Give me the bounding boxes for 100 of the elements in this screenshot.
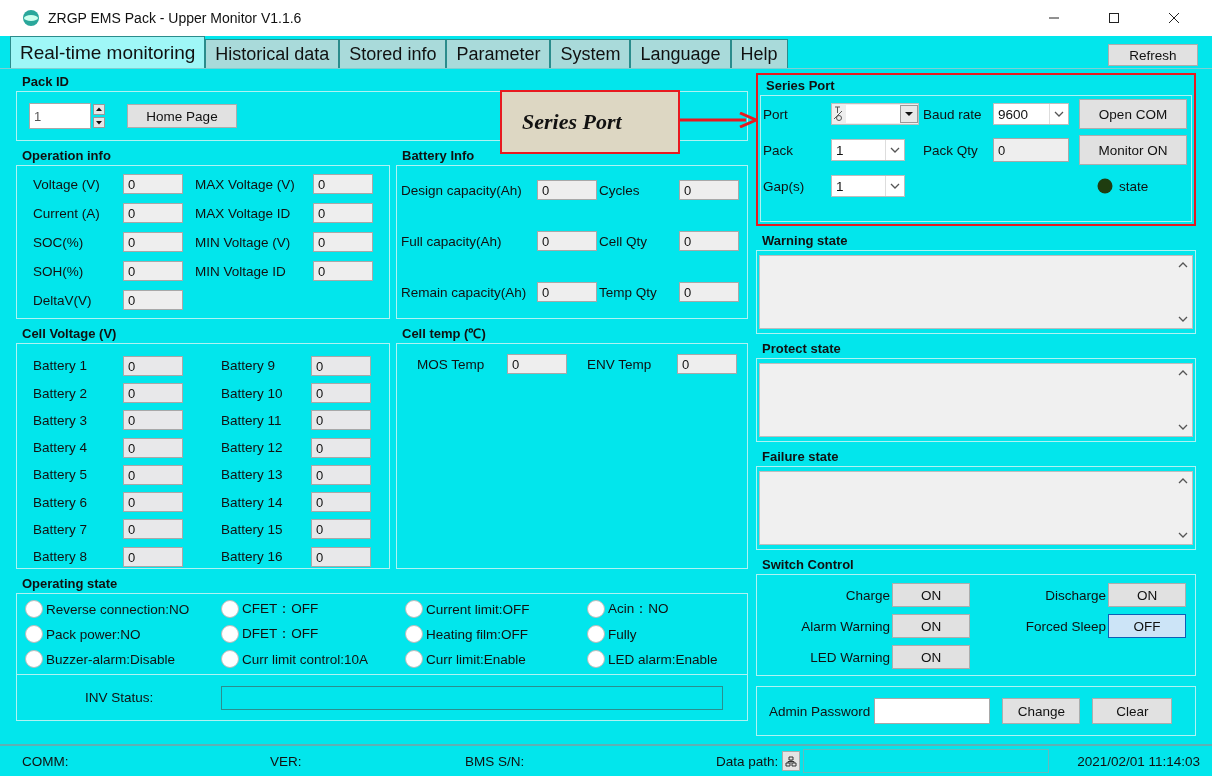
value-field[interactable]: 0 (311, 492, 371, 513)
value-field[interactable]: 0 (123, 290, 183, 311)
group-title: Pack ID (21, 73, 70, 92)
switch-button[interactable]: ON (892, 645, 970, 670)
network-icon[interactable] (782, 751, 801, 772)
switch-button[interactable]: ON (1108, 583, 1186, 608)
switch-button[interactable]: ON (892, 614, 970, 639)
cell-label: Battery 5 (33, 467, 89, 483)
inv-status-field[interactable] (221, 685, 724, 710)
value-field[interactable]: 0 (311, 355, 371, 376)
value-field[interactable]: 0 (123, 383, 183, 404)
open-com-button[interactable]: Open COM (1079, 99, 1187, 130)
value-field[interactable]: 0 (537, 282, 597, 303)
comm-label: COMM: (22, 753, 70, 769)
value-field[interactable]: 0 (123, 437, 183, 458)
value-field[interactable]: 0 (123, 174, 183, 195)
cell-label: Battery 15 (221, 521, 284, 537)
cell-label: Battery 14 (221, 494, 284, 510)
group-title: Switch Control (761, 556, 855, 575)
switch-button[interactable]: ON (892, 583, 970, 608)
scroll-down-icon[interactable] (1178, 424, 1188, 431)
pack-dropdown[interactable]: 1 (831, 139, 905, 162)
value-field[interactable]: 0 (123, 546, 183, 567)
cell-label: Battery 2 (33, 385, 89, 401)
pack-id-field[interactable]: 1 (29, 103, 91, 130)
value-field[interactable]: 0 (311, 519, 371, 540)
value-field[interactable]: 0 (123, 355, 183, 376)
status-label: Current limit:OFF (426, 601, 530, 617)
refresh-button[interactable]: Refresh (1108, 44, 1198, 67)
value-field[interactable]: 0 (123, 232, 183, 253)
scroll-down-icon[interactable] (1178, 532, 1188, 539)
status-label: Reverse connection:NO (46, 601, 190, 617)
switch-button[interactable]: OFF (1108, 614, 1186, 639)
value-field[interactable]: 0 (313, 232, 373, 253)
spin-up-icon[interactable] (93, 104, 105, 116)
switch-label: Discharge (1044, 587, 1107, 603)
pack-qty-field[interactable]: 0 (993, 138, 1069, 163)
value-field[interactable]: 0 (507, 354, 567, 375)
field-label: ENV Temp (587, 356, 653, 372)
tab[interactable]: Help (730, 39, 788, 69)
clear-button[interactable]: Clear (1092, 698, 1173, 725)
value-field[interactable]: 0 (313, 174, 373, 195)
value-field[interactable]: 0 (313, 261, 373, 282)
field-label: Cycles (599, 182, 641, 198)
value-field[interactable]: 0 (123, 410, 183, 431)
dropdown-chevron-icon[interactable] (890, 183, 900, 190)
value-field[interactable]: 0 (677, 354, 737, 375)
scroll-up-icon[interactable] (1178, 478, 1188, 485)
value-field[interactable]: 0 (311, 437, 371, 458)
change-button[interactable]: Change (1002, 698, 1081, 725)
switch-label: Forced Sleep (1024, 618, 1107, 634)
field-label: Cell Qty (599, 233, 648, 249)
home-page-button[interactable]: Home Page (127, 104, 237, 129)
port-dropdown[interactable] (831, 103, 919, 126)
value-field[interactable]: 0 (311, 383, 371, 404)
value-field[interactable]: 0 (679, 282, 739, 303)
field-label: Temp Qty (599, 284, 658, 300)
value-field[interactable]: 0 (123, 519, 183, 540)
group-title: Protect state (761, 340, 842, 359)
group-title: Series Port (765, 77, 836, 96)
cell-label: Battery 6 (33, 494, 89, 510)
value-field[interactable]: 0 (123, 261, 183, 282)
tab[interactable]: Historical data (205, 39, 340, 69)
dropdown-chevron-icon[interactable] (890, 147, 900, 154)
tab[interactable]: System (550, 39, 631, 69)
scroll-down-icon[interactable] (1178, 316, 1188, 323)
maximize-icon[interactable] (1108, 12, 1120, 25)
status-label: Acin：NO (608, 600, 669, 619)
scroll-up-icon[interactable] (1178, 370, 1188, 377)
value-field[interactable]: 0 (311, 546, 371, 567)
value-field[interactable]: 0 (311, 410, 371, 431)
value-field[interactable]: 0 (123, 464, 183, 485)
tab[interactable]: Parameter (446, 39, 551, 69)
status-label: Curr limit control:10A (242, 651, 369, 667)
window-title: ZRGP EMS Pack - Upper Monitor V1.1.6 (48, 10, 303, 27)
dropdown-chevron-icon[interactable] (1054, 111, 1064, 118)
value-field[interactable]: 0 (537, 231, 597, 252)
tab[interactable]: Stored info (339, 39, 447, 69)
dropdown-value: 1 (835, 178, 845, 194)
password-field[interactable] (874, 698, 991, 725)
value-field[interactable]: 0 (679, 180, 739, 201)
close-icon[interactable] (1168, 12, 1180, 25)
spin-down-icon[interactable] (93, 117, 105, 129)
baud-rate-dropdown[interactable]: 9600 (993, 103, 1069, 126)
scroll-up-icon[interactable] (1178, 262, 1188, 269)
value-field[interactable]: 0 (311, 464, 371, 485)
status-label: CFET：OFF (242, 600, 319, 619)
value-field[interactable]: 0 (679, 231, 739, 252)
tab[interactable]: Language (630, 39, 731, 69)
field-label: Pack Qty (922, 142, 979, 158)
value-field[interactable]: 0 (537, 180, 597, 201)
tab[interactable]: Real-time monitoring (10, 36, 206, 69)
status-label: Curr limit:Enable (426, 651, 526, 667)
field-label: DeltaV(V) (33, 292, 93, 308)
gap-dropdown[interactable]: 1 (831, 175, 905, 198)
value-field[interactable]: 0 (123, 203, 183, 224)
value-field[interactable]: 0 (313, 203, 373, 224)
monitor-on-button[interactable]: Monitor ON (1079, 135, 1187, 166)
cell-label: Battery 4 (33, 440, 89, 456)
value-field[interactable]: 0 (123, 492, 183, 513)
